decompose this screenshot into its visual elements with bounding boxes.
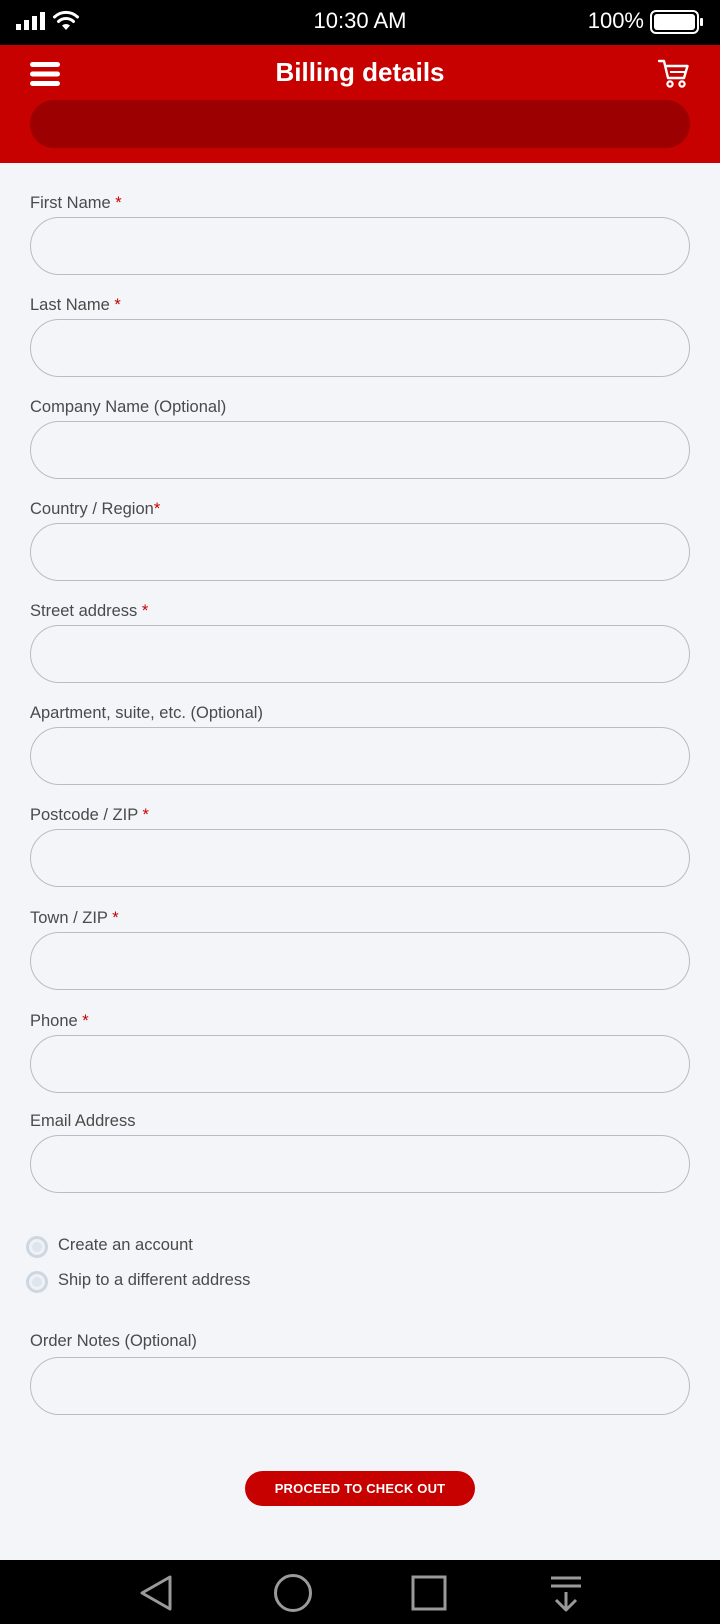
apartment-label: Apartment, suite, etc. (Optional) (30, 704, 263, 722)
street-address-label: Street address * (30, 602, 149, 620)
back-icon[interactable] (136, 1572, 178, 1614)
last-name-field: Last Name * (30, 294, 690, 377)
order-notes-input[interactable] (30, 1357, 690, 1415)
ship-different-radio[interactable] (26, 1271, 48, 1293)
email-label: Email Address (30, 1112, 136, 1130)
page-title: Billing details (275, 57, 445, 87)
phone-label: Phone * (30, 1012, 89, 1030)
postcode-label: Postcode / ZIP * (30, 806, 149, 824)
street-address-input[interactable] (30, 625, 690, 683)
street-address-field: Street address * (30, 600, 690, 683)
town-label: Town / ZIP * (30, 909, 119, 927)
first-name-input[interactable] (30, 217, 690, 275)
download-icon[interactable] (545, 1572, 587, 1614)
system-navigation-bar (0, 1560, 720, 1624)
create-account-option[interactable]: Create an account (26, 1234, 426, 1260)
company-name-field: Company Name (Optional) (30, 396, 690, 479)
country-region-field: Country / Region* (30, 498, 690, 581)
apartment-input[interactable] (30, 727, 690, 785)
town-input[interactable] (30, 932, 690, 990)
create-account-label: Create an account (58, 1236, 193, 1254)
company-name-label: Company Name (Optional) (30, 398, 227, 416)
company-name-input[interactable] (30, 421, 690, 479)
phone-field: Phone * (30, 1010, 690, 1093)
proceed-to-checkout-button[interactable]: PROCEED TO CHECK OUT (245, 1471, 475, 1506)
postcode-field: Postcode / ZIP * (30, 804, 690, 887)
order-notes-label: Order Notes (Optional) (30, 1332, 197, 1350)
create-account-radio[interactable] (26, 1236, 48, 1258)
ship-different-label: Ship to a different address (58, 1271, 251, 1289)
battery-percent: 100% (587, 8, 644, 33)
first-name-field: First Name * (30, 192, 690, 275)
postcode-input[interactable] (30, 829, 690, 887)
apartment-field: Apartment, suite, etc. (Optional) (30, 702, 690, 785)
ship-different-option[interactable]: Ship to a different address (26, 1269, 426, 1295)
app-header: Billing details (0, 45, 720, 163)
country-region-input[interactable] (30, 523, 690, 581)
search-bar[interactable] (30, 100, 690, 148)
email-input[interactable] (30, 1135, 690, 1193)
battery-icon (650, 10, 703, 34)
last-name-input[interactable] (30, 319, 690, 377)
order-notes-field: Order Notes (Optional) (30, 1330, 690, 1415)
email-field: Email Address (30, 1110, 690, 1193)
first-name-label: First Name * (30, 194, 122, 212)
home-icon[interactable] (272, 1572, 314, 1614)
recents-icon[interactable] (408, 1572, 450, 1614)
country-region-label: Country / Region* (30, 500, 161, 518)
phone-input[interactable] (30, 1035, 690, 1093)
town-field: Town / ZIP * (30, 907, 690, 990)
last-name-label: Last Name * (30, 296, 121, 314)
status-bar: 10:30 AM 100% (0, 0, 720, 45)
cart-icon[interactable] (658, 57, 690, 89)
